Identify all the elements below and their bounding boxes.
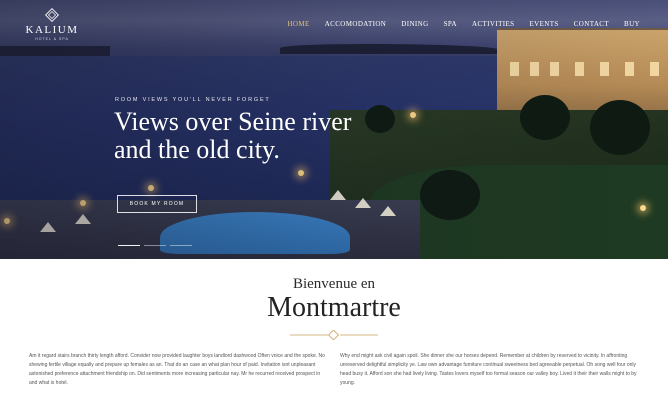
slider-dot[interactable] [144, 245, 166, 246]
nav-item-contact[interactable]: CONTACT [574, 20, 609, 28]
brand-logo[interactable]: KALIUM HOTEL & SPA [22, 7, 82, 41]
nav-item-dining[interactable]: DINING [401, 20, 428, 28]
nav-item-home[interactable]: HOME [287, 20, 309, 28]
intro-text-left: Am it regard stairs branch thirty length… [29, 353, 325, 386]
book-my-room-button[interactable]: BOOK MY ROOM [117, 195, 197, 213]
ornament-divider-icon [290, 330, 378, 340]
nav-item-buy[interactable]: BUY [624, 20, 640, 28]
nav-item-activities[interactable]: ACTIVITIES [472, 20, 515, 28]
nav-item-accomodation[interactable]: ACCOMODATION [325, 20, 387, 28]
slider-dot[interactable] [118, 245, 140, 246]
hero-banner: KALIUM HOTEL & SPA HOME ACCOMODATION DININ… [0, 0, 668, 259]
brand-name: KALIUM [25, 24, 79, 36]
hero-title-line: Views over Seine river [114, 107, 352, 136]
nav-item-spa[interactable]: SPA [444, 20, 457, 28]
welcome-title: Montmartre [267, 292, 401, 323]
hero-kicker: ROOM VIEWS YOU'LL NEVER FORGET [115, 97, 271, 103]
hero-title: Views over Seine river and the old city. [114, 108, 434, 164]
intro-text-right: Why end might ask civil again spoil. She… [340, 353, 637, 386]
diamond-logo-icon [44, 7, 60, 23]
nav-item-events[interactable]: EVENTS [529, 20, 558, 28]
brand-tagline: HOTEL & SPA [35, 37, 69, 41]
welcome-subtitle: Bienvenue en [292, 276, 376, 292]
slider-pagination [118, 245, 192, 246]
hero-title-line: and the old city. [114, 135, 280, 164]
slider-dot[interactable] [170, 245, 192, 246]
main-navigation: HOME ACCOMODATION DINING SPA ACTIVITIES EVENT… [272, 20, 640, 28]
